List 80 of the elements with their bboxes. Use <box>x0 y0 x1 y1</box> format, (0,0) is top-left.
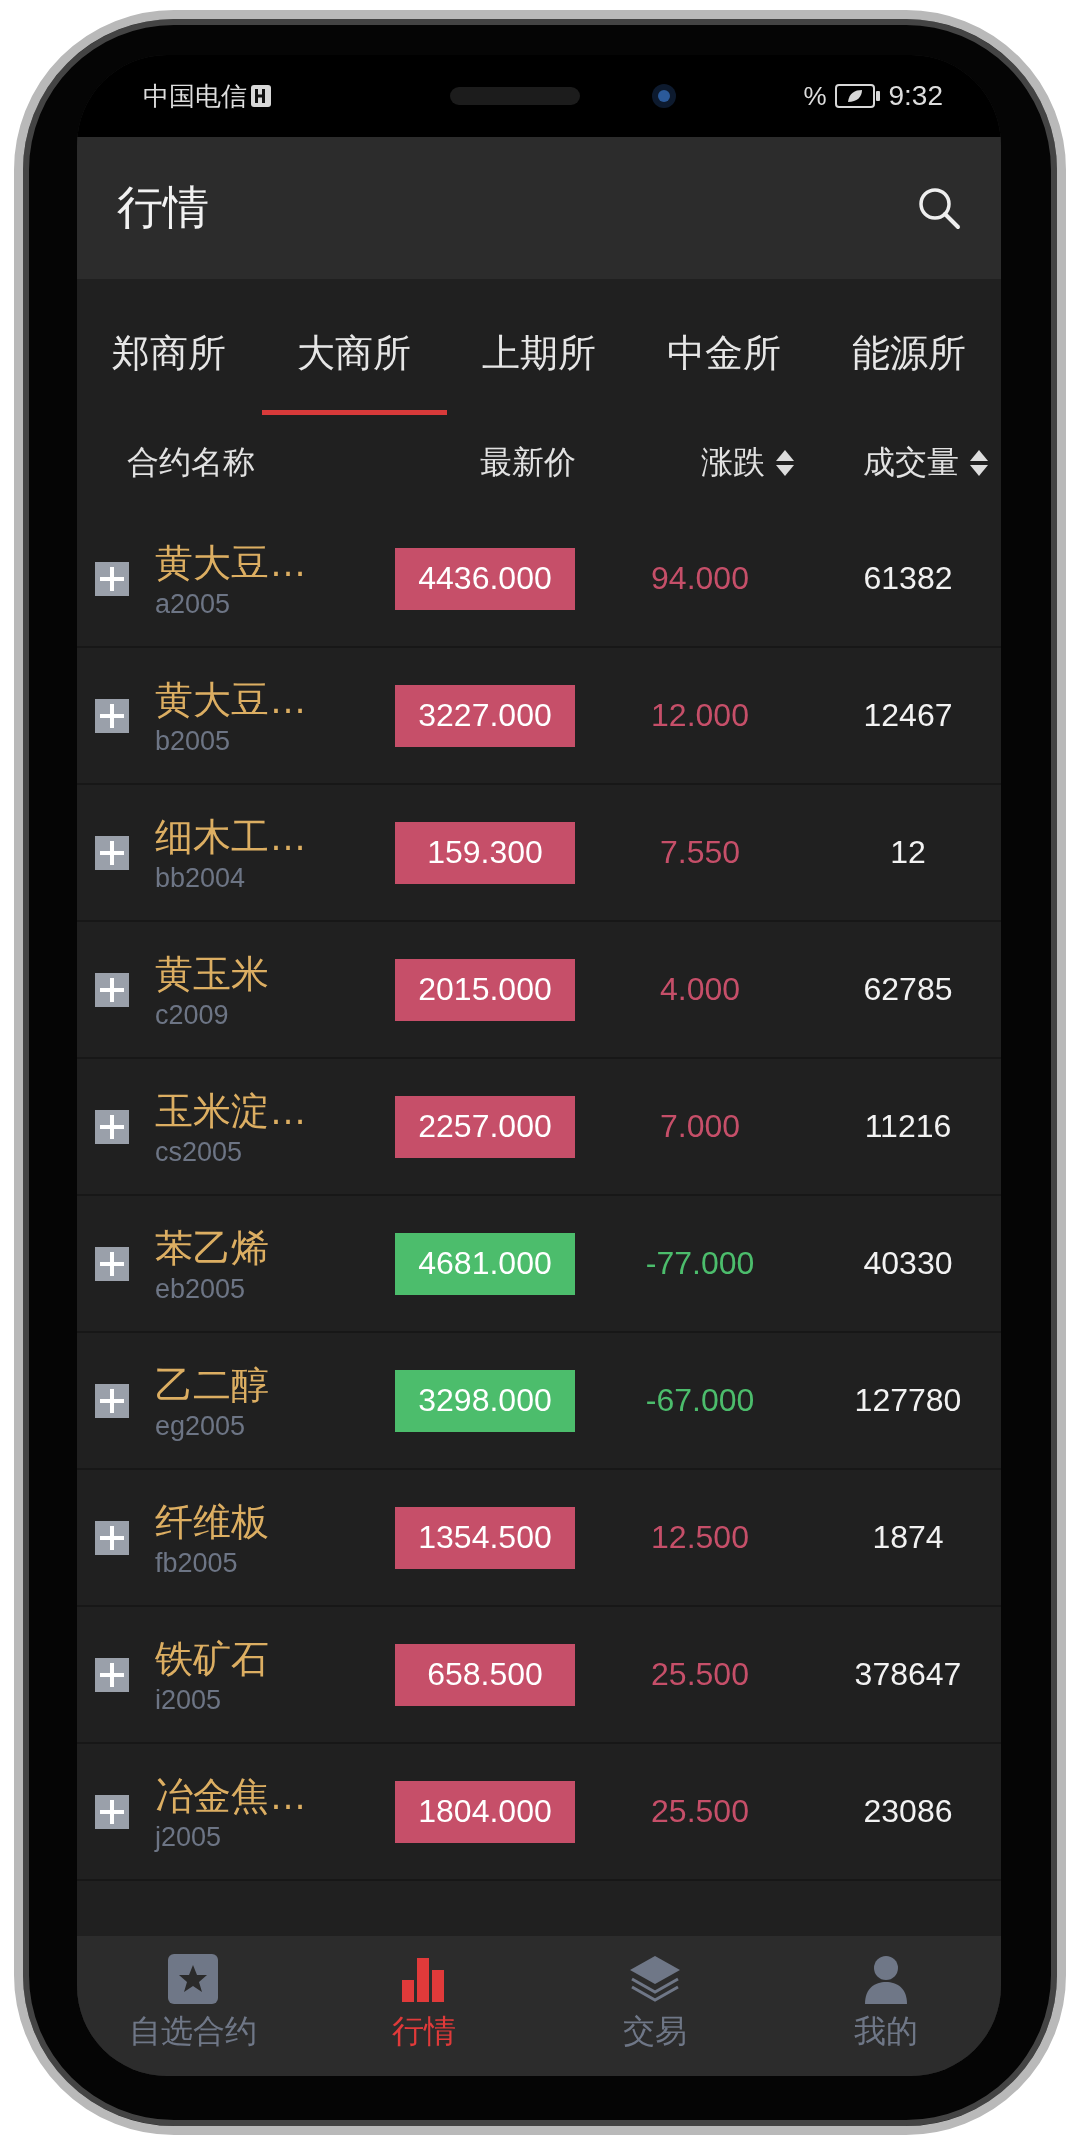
price-badge: 1804.000 <box>395 1780 575 1843</box>
volume-value: 12467 <box>862 697 954 734</box>
contract-code: bb2004 <box>155 862 247 894</box>
volume-value: 378647 <box>853 1656 963 1693</box>
add-icon[interactable] <box>95 972 129 1007</box>
volume-value: 40330 <box>862 1245 954 1282</box>
exchange-tab[interactable]: 上期所 <box>446 279 632 415</box>
price-badge: 4681.000 <box>395 1232 575 1295</box>
add-icon[interactable] <box>95 1520 129 1555</box>
contract-name: 铁矿石 <box>155 1636 270 1682</box>
price-change: -77.000 <box>644 1245 756 1282</box>
contract-code: j2005 <box>155 1821 223 1853</box>
volume-value: 23086 <box>862 1793 954 1830</box>
contract-name: 黄大豆… <box>155 540 308 586</box>
volume-value: 62785 <box>862 971 954 1008</box>
add-icon[interactable] <box>95 1109 129 1144</box>
contract-code: c2009 <box>155 999 230 1031</box>
contract-name: 乙二醇 <box>155 1362 270 1408</box>
price-badge: 3227.000 <box>395 684 575 747</box>
add-icon[interactable] <box>95 1383 129 1418</box>
add-icon[interactable] <box>95 1246 129 1281</box>
sort-icon[interactable] <box>775 449 795 477</box>
page-title: 行情 <box>117 180 209 235</box>
price-badge: 2015.000 <box>395 958 575 1021</box>
contract-name: 玉米淀… <box>155 1088 308 1134</box>
speaker-grille-icon <box>450 87 580 105</box>
battery-percent: % <box>803 80 827 112</box>
price-badge: 4436.000 <box>395 547 575 610</box>
volume-value: 11216 <box>863 1108 953 1145</box>
volume-value: 127780 <box>853 1382 963 1419</box>
price-change: 12.000 <box>650 697 750 734</box>
exchange-tab[interactable]: 能源所 <box>816 279 1001 415</box>
contract-code: i2005 <box>155 1684 223 1716</box>
contract-code: eb2005 <box>155 1273 247 1305</box>
price-badge: 658.500 <box>395 1643 575 1706</box>
contract-code: cs2005 <box>155 1136 244 1168</box>
add-icon[interactable] <box>95 835 129 870</box>
price-badge: 2257.000 <box>395 1095 575 1158</box>
price-change: 25.500 <box>650 1656 750 1693</box>
price-change: -67.000 <box>644 1382 756 1419</box>
add-icon[interactable] <box>95 698 129 733</box>
carrier-name: 中国电信 <box>143 79 247 113</box>
column-header[interactable]: 成交量 <box>863 441 989 485</box>
contract-name: 冶金焦… <box>155 1773 308 1819</box>
add-icon[interactable] <box>95 1657 129 1692</box>
add-icon[interactable] <box>95 1794 129 1829</box>
camera-icon <box>652 84 676 108</box>
battery-icon <box>834 84 881 108</box>
contract-code: a2005 <box>155 588 232 620</box>
hd-icon <box>251 85 271 107</box>
price-change: 7.000 <box>658 1108 742 1145</box>
contract-code: fb2005 <box>155 1547 239 1579</box>
clock: 9:32 <box>888 80 943 112</box>
price-change: 4.000 <box>658 971 742 1008</box>
price-change: 12.500 <box>650 1519 750 1556</box>
price-change: 94.000 <box>650 560 750 597</box>
contract-code: b2005 <box>155 725 232 757</box>
contract-name: 黄玉米 <box>155 951 270 997</box>
contract-name: 苯乙烯 <box>155 1225 270 1271</box>
sort-icon[interactable] <box>969 449 989 477</box>
volume-value: 1874 <box>871 1519 945 1556</box>
exchange-tab[interactable]: 中金所 <box>631 279 817 415</box>
exchange-tab[interactable]: 大商所 <box>261 279 447 415</box>
add-icon[interactable] <box>95 561 129 596</box>
exchange-tab[interactable]: 郑商所 <box>77 279 262 415</box>
price-badge: 159.300 <box>395 821 575 884</box>
price-badge: 3298.000 <box>395 1369 575 1432</box>
column-header[interactable]: 涨跌 <box>701 441 795 485</box>
column-header: 最新价 <box>480 443 576 482</box>
column-header: 合约名称 <box>127 443 255 482</box>
price-change: 7.550 <box>658 834 742 871</box>
volume-value: 12 <box>889 834 927 871</box>
contract-code: eg2005 <box>155 1410 247 1442</box>
volume-value: 61382 <box>862 560 954 597</box>
price-change: 25.500 <box>650 1793 750 1830</box>
contract-name: 黄大豆… <box>155 677 308 723</box>
contract-name: 细木工… <box>155 814 308 860</box>
search-icon[interactable] <box>917 186 961 230</box>
price-badge: 1354.500 <box>395 1506 575 1569</box>
contract-name: 纤维板 <box>155 1499 270 1545</box>
